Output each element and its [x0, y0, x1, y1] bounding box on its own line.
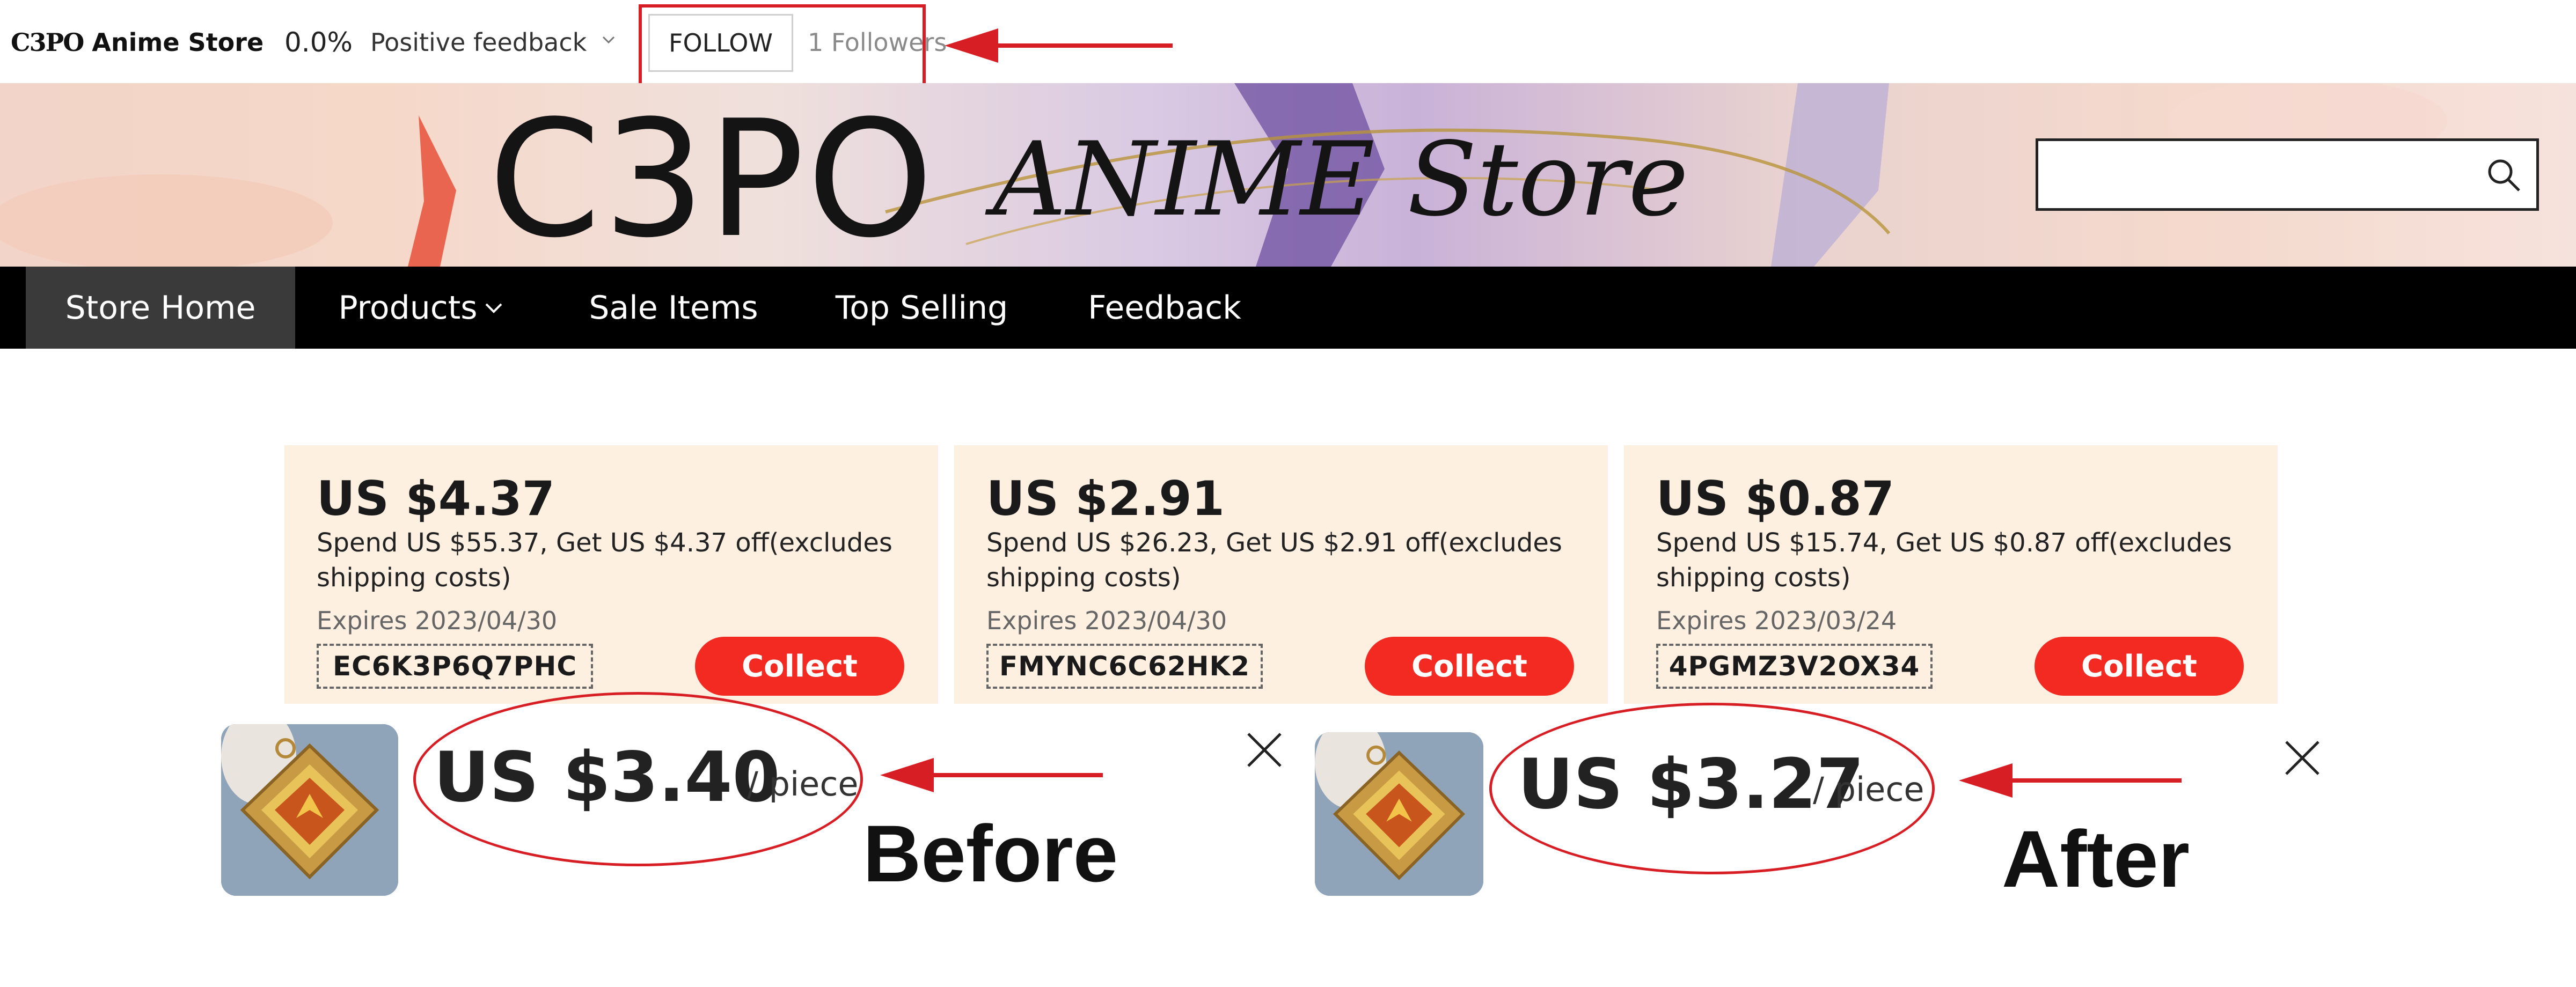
coupon-card: US $4.37 Spend US $55.37, Get US $4.37 o…	[284, 445, 938, 704]
product-thumbnail[interactable]	[221, 724, 398, 896]
nav-item-products[interactable]: Products	[327, 267, 515, 349]
coupon-card: US $2.91 Spend US $26.23, Get US $2.91 o…	[954, 445, 1608, 704]
coupon-description: Spend US $55.37, Get US $4.37 off(exclud…	[317, 528, 892, 593]
store-logo-mark: C3PO	[11, 28, 84, 57]
price-unit: / piece	[747, 764, 859, 804]
collect-button[interactable]: Collect	[695, 637, 904, 696]
nav-item-feedback[interactable]: Feedback	[1076, 267, 1253, 349]
coupon-expiry: Expires 2023/04/30	[317, 606, 558, 635]
coupon-card: US $0.87 Spend US $15.74, Get US $0.87 o…	[1624, 445, 2278, 704]
collect-button[interactable]: Collect	[1365, 637, 1574, 696]
coupon-code[interactable]: 4PGMZ3V2OX34	[1656, 644, 1933, 689]
nav-item-store-home[interactable]: Store Home	[26, 267, 295, 349]
price-unit: / piece	[1813, 770, 1924, 809]
nav-item-label: Top Selling	[835, 289, 1008, 327]
product-thumbnail[interactable]	[1315, 732, 1483, 896]
coupon-code[interactable]: FMYNC6C62HK2	[986, 644, 1263, 689]
price-after: US $3.27	[1518, 745, 1864, 824]
chevron-down-icon[interactable]	[600, 31, 617, 48]
nav-item-top-selling[interactable]: Top Selling	[821, 267, 1022, 349]
arrow-left-icon	[880, 758, 1103, 792]
coupon-amount: US $2.91	[986, 471, 1225, 526]
coupon-expiry: Expires 2023/04/30	[986, 606, 1227, 635]
store-banner: C3PO ANIME Store	[0, 83, 2576, 267]
chevron-down-icon	[485, 303, 502, 313]
before-label: Before	[863, 808, 1118, 898]
nav-item-label: Products	[338, 289, 478, 327]
coupon-amount: US $4.37	[317, 471, 555, 526]
coupon-expiry: Expires 2023/03/24	[1656, 606, 1897, 635]
nav-item-label: Feedback	[1088, 289, 1241, 327]
store-nav: Store Home Products Sale Items Top Selli…	[0, 267, 2576, 349]
close-icon[interactable]	[1244, 730, 1285, 770]
banner-subtitle: ANIME Store	[993, 120, 1689, 239]
nav-item-sale-items[interactable]: Sale Items	[580, 267, 767, 349]
price-before: US $3.40	[434, 738, 780, 817]
store-header: C3PO Anime Store 0.0% Positive feedback …	[0, 0, 2576, 83]
feedback-dropdown[interactable]: Positive feedback	[370, 28, 587, 57]
keychain-image	[221, 724, 398, 896]
store-name[interactable]: C3PO Anime Store	[11, 28, 264, 57]
nav-item-label: Store Home	[65, 289, 256, 327]
price-panel-before: US $3.40 / piece Before	[0, 692, 1288, 987]
store-name-text: Anime Store	[92, 28, 264, 57]
nav-item-label: Sale Items	[589, 289, 758, 327]
after-label: After	[2002, 814, 2190, 904]
follow-highlight-box	[639, 4, 926, 90]
search-input[interactable]	[2036, 138, 2539, 211]
coupon-description: Spend US $15.74, Get US $0.87 off(exclud…	[1656, 528, 2232, 593]
coupon-amount: US $0.87	[1656, 471, 1894, 526]
price-panel-after: US $3.27 / piece After	[1288, 703, 2576, 987]
keychain-image	[1315, 732, 1483, 896]
arrow-left-icon	[945, 28, 1173, 63]
collect-button[interactable]: Collect	[2035, 637, 2244, 696]
search-icon[interactable]	[2486, 157, 2521, 193]
banner-title: C3PO	[488, 86, 936, 267]
arrow-left-icon	[1959, 763, 2182, 798]
close-icon[interactable]	[2282, 738, 2323, 778]
coupon-description: Spend US $26.23, Get US $2.91 off(exclud…	[986, 528, 1562, 593]
coupon-code[interactable]: EC6K3P6Q7PHC	[317, 644, 593, 689]
feedback-percent: 0.0%	[284, 27, 353, 58]
